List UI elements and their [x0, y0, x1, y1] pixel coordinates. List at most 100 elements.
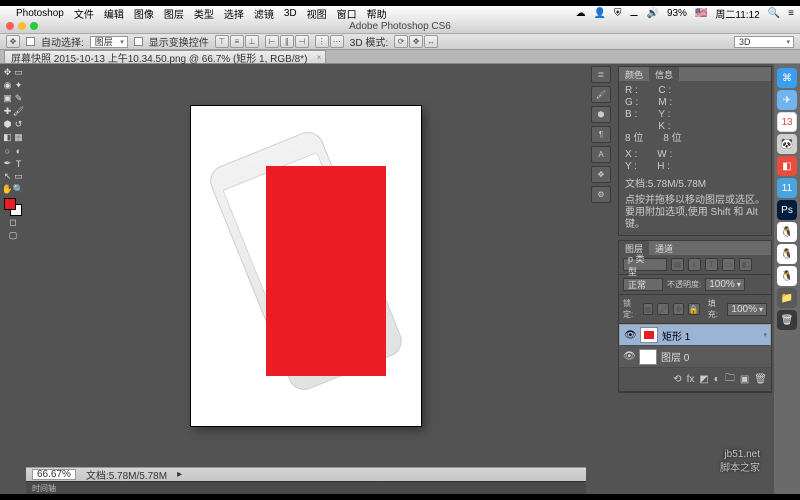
stamp-tool[interactable]: ⬢: [2, 118, 13, 131]
status-chevron-icon[interactable]: ▸: [177, 469, 182, 480]
fill-field[interactable]: 100%▾: [727, 303, 767, 316]
status-wifi-icon[interactable]: ⚊: [630, 8, 639, 19]
dock-trash-icon[interactable]: 🗑: [777, 310, 797, 330]
dock-qq-icon[interactable]: 🐧: [777, 244, 797, 264]
lock-all-button[interactable]: 🔒: [688, 303, 700, 315]
history-brush-tool[interactable]: ↺: [13, 118, 24, 131]
info-panel-tab[interactable]: 信息: [649, 67, 679, 81]
menu-type[interactable]: 类型: [194, 6, 214, 21]
layer-mask-button[interactable]: ◩: [699, 374, 708, 385]
close-window-button[interactable]: [6, 22, 14, 30]
blend-mode-dropdown[interactable]: 正常: [623, 278, 663, 291]
character-panel-icon[interactable]: A: [591, 146, 611, 163]
status-user-icon[interactable]: 👤: [594, 8, 606, 19]
menu-layer[interactable]: 图层: [164, 6, 184, 21]
filter-smart-icon[interactable]: ◧: [739, 258, 752, 271]
wand-tool[interactable]: ✦: [13, 79, 24, 92]
path-tool[interactable]: ↖: [2, 170, 13, 183]
align-hcenter-button[interactable]: ∥: [280, 35, 294, 48]
minimize-window-button[interactable]: [18, 22, 26, 30]
zoom-level-field[interactable]: 66.67%: [32, 469, 76, 480]
layer-row[interactable]: 👁 矩形 1: [619, 324, 771, 346]
gradient-tool[interactable]: ▦: [13, 131, 24, 144]
brush-panel-icon[interactable]: 🖌: [591, 86, 611, 103]
brush-tool[interactable]: 🖌: [13, 105, 24, 118]
slide-3d-button[interactable]: ↔: [424, 35, 438, 48]
pen-tool[interactable]: ✒: [2, 157, 13, 170]
menu-edit[interactable]: 编辑: [104, 6, 124, 21]
visibility-toggle[interactable]: 👁: [624, 330, 636, 341]
auto-select-target-dropdown[interactable]: 图层: [90, 36, 128, 48]
doc-size-readout[interactable]: 文档:5.78M/5.78M: [86, 467, 167, 482]
layer-name[interactable]: 图层 0: [661, 349, 689, 364]
dock-photoshop-icon[interactable]: Ps: [777, 200, 797, 220]
status-cloud-icon[interactable]: ☁: [576, 8, 586, 19]
properties-panel-icon[interactable]: ⚙: [591, 186, 611, 203]
lasso-tool[interactable]: ◉: [2, 79, 13, 92]
align-left-button[interactable]: ⊢: [265, 35, 279, 48]
color-panel-tab[interactable]: 颜色: [619, 67, 649, 81]
show-transform-checkbox[interactable]: [134, 37, 143, 46]
menu-3d[interactable]: 3D: [284, 8, 297, 19]
red-rectangle-shape[interactable]: [266, 166, 386, 376]
timeline-panel[interactable]: 时间轴: [26, 481, 586, 494]
quickmask-toggle[interactable]: ◻: [8, 216, 19, 229]
dock-folder-icon[interactable]: 📁: [777, 288, 797, 308]
shape-tool[interactable]: ▭: [13, 170, 24, 183]
dock-app-icon[interactable]: ⌘: [777, 68, 797, 88]
delete-layer-button[interactable]: 🗑: [754, 374, 767, 385]
align-top-button[interactable]: ⊤: [215, 35, 229, 48]
document-tab[interactable]: 屏幕快照 2015-10-13 上午10.34.50.png @ 66.7% (…: [4, 50, 326, 63]
layer-fx-button[interactable]: fx: [687, 374, 695, 385]
link-layers-button[interactable]: ⟲: [673, 374, 681, 385]
pan-3d-button[interactable]: ✥: [409, 35, 423, 48]
status-input-flag[interactable]: 🇺🇸: [695, 8, 707, 19]
menu-filter[interactable]: 滤镜: [254, 6, 274, 21]
blur-tool[interactable]: ○: [2, 144, 13, 157]
menu-image[interactable]: 图像: [134, 6, 154, 21]
layer-thumb[interactable]: [640, 327, 658, 343]
opacity-field[interactable]: 100%▾: [705, 278, 745, 291]
status-clock[interactable]: 周二11:12: [715, 6, 759, 21]
navigator-panel-icon[interactable]: ✥: [591, 166, 611, 183]
distribute-v-button[interactable]: ⋯: [330, 35, 344, 48]
menu-window[interactable]: 窗口: [337, 6, 357, 21]
canvas-area[interactable]: [26, 64, 586, 467]
align-bottom-button[interactable]: ⊥: [245, 35, 259, 48]
layer-row[interactable]: 👁 图层 0: [619, 346, 771, 368]
align-vcenter-button[interactable]: ≡: [230, 35, 244, 48]
align-right-button[interactable]: ⊣: [295, 35, 309, 48]
menu-help[interactable]: 帮助: [367, 6, 387, 21]
dodge-tool[interactable]: ◐: [13, 144, 24, 157]
status-battery[interactable]: 93%: [667, 8, 687, 19]
layer-thumb[interactable]: [639, 349, 657, 365]
marquee-tool[interactable]: ▭: [13, 66, 24, 79]
dock-qq-icon[interactable]: 🐧: [777, 266, 797, 286]
paragraph-panel-icon[interactable]: ¶: [591, 126, 611, 143]
status-volume-icon[interactable]: 🔊: [646, 8, 658, 19]
dock-app-icon[interactable]: 11: [777, 178, 797, 198]
zoom-tool[interactable]: 🔍: [13, 183, 24, 196]
menu-view[interactable]: 视图: [307, 6, 327, 21]
hand-tool[interactable]: ✋: [2, 183, 13, 196]
color-swatches[interactable]: [4, 198, 22, 216]
screenmode-toggle[interactable]: ▢: [8, 229, 19, 242]
filter-type-icon[interactable]: T: [705, 258, 718, 271]
distribute-h-button[interactable]: ⋮: [315, 35, 329, 48]
move-tool-icon[interactable]: ✥: [6, 35, 20, 48]
orbit-3d-button[interactable]: ⟳: [394, 35, 408, 48]
type-tool[interactable]: T: [13, 157, 24, 170]
eyedropper-tool[interactable]: ✎: [13, 92, 24, 105]
status-shield-icon[interactable]: ⛨: [614, 8, 622, 19]
zoom-window-button[interactable]: [30, 22, 38, 30]
dock-qq-icon[interactable]: 🐧: [777, 222, 797, 242]
filter-shape-icon[interactable]: ▭: [722, 258, 735, 271]
lock-pixels-button[interactable]: 🖌: [657, 303, 669, 315]
dock-calendar-icon[interactable]: 13: [777, 112, 797, 132]
eraser-tool[interactable]: ◧: [2, 131, 13, 144]
crop-tool[interactable]: ▣: [2, 92, 13, 105]
menu-select[interactable]: 选择: [224, 6, 244, 21]
close-tab-button[interactable]: ×: [317, 53, 322, 62]
dock-app-icon[interactable]: ✈: [777, 90, 797, 110]
menu-photoshop[interactable]: Photoshop: [16, 8, 64, 19]
